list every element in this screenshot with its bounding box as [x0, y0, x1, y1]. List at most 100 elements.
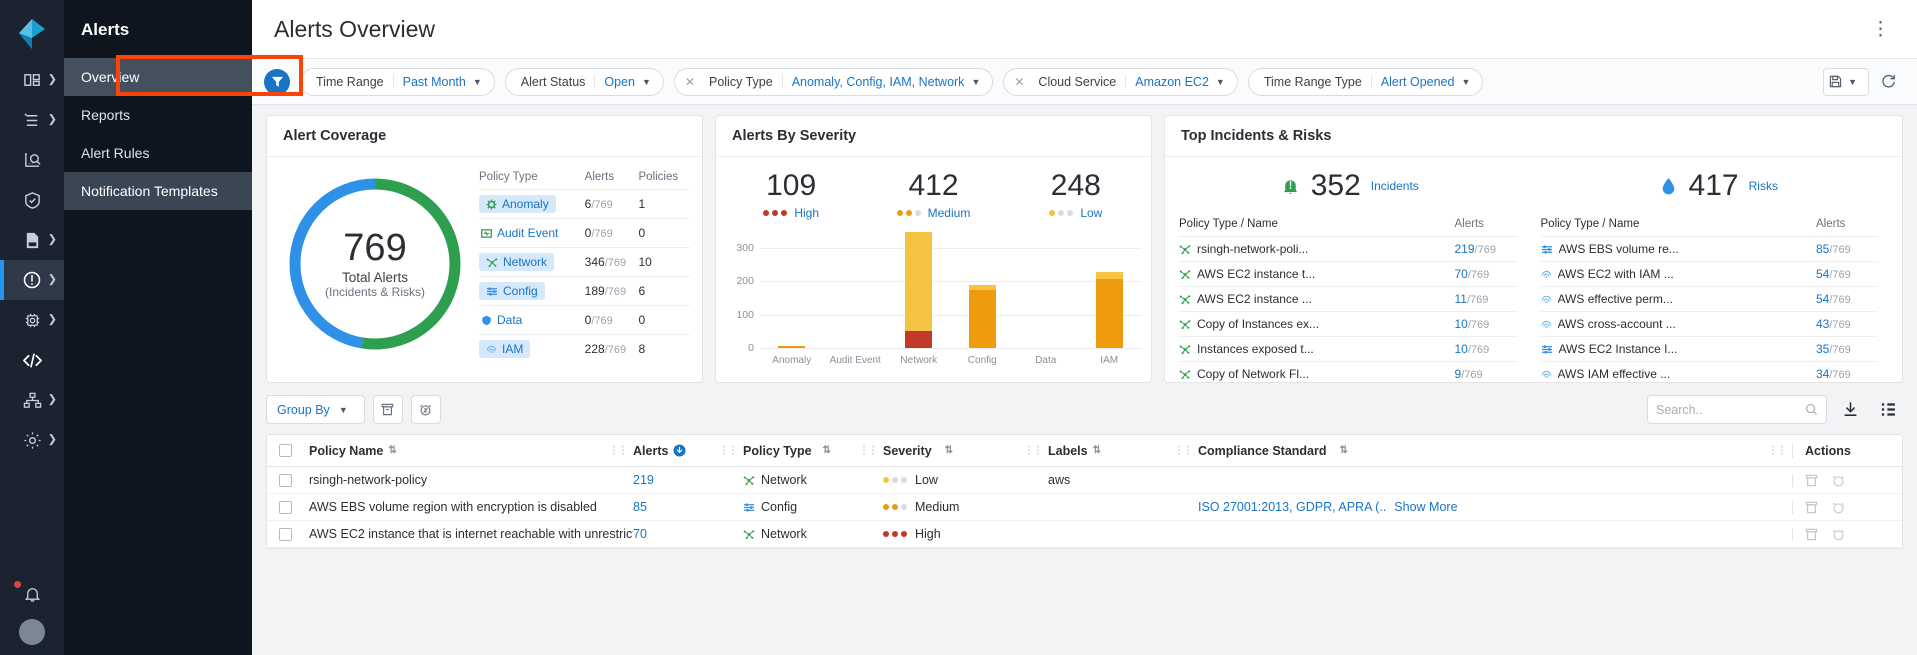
policy-type-config[interactable]: Config — [479, 282, 545, 300]
sidebar-item-inventory[interactable] — [0, 140, 64, 180]
sidebar-item-dashboard[interactable]: ❯ — [0, 60, 64, 100]
column-resize-handle[interactable]: ⋮⋮ — [609, 445, 633, 456]
remove-filter-icon[interactable]: ✕ — [681, 75, 700, 89]
list-item[interactable]: Instances exposed t... 10/769 — [1179, 336, 1517, 361]
legend-row[interactable]: Config 189/769 6 — [479, 277, 690, 306]
list-item[interactable]: AWS EC2 instance t... 70/769 — [1179, 261, 1517, 286]
sort-icon[interactable]: ⇅ — [818, 445, 831, 456]
sort-active-icon[interactable] — [668, 444, 686, 457]
archive-icon[interactable] — [1805, 474, 1818, 487]
sidebar-item-investigate[interactable]: ❯ — [0, 100, 64, 140]
row-checkbox[interactable] — [267, 501, 303, 514]
sort-icon[interactable]: ⇅ — [1335, 445, 1348, 456]
cell-alerts[interactable]: 219 — [633, 473, 654, 487]
sidebar-item-notification-templates[interactable]: Notification Templates — [64, 172, 252, 210]
policy-type-network[interactable]: Network — [479, 253, 554, 271]
column-resize-handle[interactable]: ⋮⋮ — [1024, 445, 1048, 456]
severity-total-low[interactable]: 248 Low — [1005, 169, 1147, 221]
list-item[interactable]: AWS effective perm... 54/769 — [1541, 286, 1879, 311]
filter-value[interactable]: Open — [594, 75, 639, 89]
sidebar-item-overview[interactable]: Overview — [64, 58, 252, 96]
snooze-alarm-icon[interactable] — [1832, 501, 1845, 514]
sidebar-item-settings[interactable]: ❯ — [0, 420, 64, 460]
notifications-bell-icon[interactable] — [0, 573, 64, 613]
item-alerts[interactable]: 54 — [1816, 292, 1829, 306]
chevron-down-icon[interactable]: ▼ — [639, 77, 657, 87]
bar-anomaly[interactable] — [760, 231, 824, 348]
filter-chip-alert-status[interactable]: Alert Status Open ▼ — [505, 68, 664, 96]
filter-value[interactable]: Anomaly, Config, IAM, Network — [782, 75, 969, 89]
sidebar-item-alert-rules[interactable]: Alert Rules — [64, 134, 252, 172]
list-item[interactable]: rsingh-network-poli... 219/769 — [1179, 236, 1517, 261]
item-alerts[interactable]: 35 — [1816, 342, 1829, 356]
sidebar-item-compliance[interactable] — [0, 180, 64, 220]
reset-refresh-icon[interactable] — [1873, 68, 1903, 96]
item-alerts[interactable]: 11 — [1455, 292, 1467, 306]
incidents-total[interactable]: 352 Incidents — [1165, 169, 1534, 203]
row-checkbox[interactable] — [267, 474, 303, 487]
list-item[interactable]: AWS EC2 instance ... 11/769 — [1179, 286, 1517, 311]
group-by-button[interactable]: Group By ▼ — [266, 395, 365, 424]
column-alerts[interactable]: Alerts ⋮⋮ — [633, 444, 743, 458]
policy-type-anomaly[interactable]: Anomaly — [479, 195, 556, 213]
column-resize-handle[interactable]: ⋮⋮ — [719, 445, 743, 456]
filter-value[interactable]: Alert Opened — [1371, 75, 1459, 89]
item-alerts[interactable]: 43 — [1816, 317, 1829, 331]
bar-data[interactable] — [1014, 231, 1078, 348]
sort-icon[interactable]: ⇅ — [1088, 445, 1101, 456]
list-item[interactable]: AWS cross-account ... 43/769 — [1541, 311, 1879, 336]
item-alerts[interactable]: 10 — [1455, 342, 1468, 356]
item-alerts[interactable]: 219 — [1455, 242, 1475, 256]
risks-total[interactable]: 417 Risks — [1534, 169, 1903, 203]
list-item[interactable]: AWS EBS volume re... 85/769 — [1541, 236, 1879, 261]
severity-total-medium[interactable]: 412 Medium — [862, 169, 1004, 221]
cell-alerts[interactable]: 85 — [633, 500, 647, 514]
sidebar-item-reports[interactable]: Reports — [64, 96, 252, 134]
archive-icon[interactable] — [1805, 528, 1818, 541]
filter-value[interactable]: Past Month — [393, 75, 470, 89]
chevron-down-icon[interactable]: ▼ — [1458, 77, 1476, 87]
list-item[interactable]: Copy of Instances ex... 10/769 — [1179, 311, 1517, 336]
policy-type-iam[interactable]: IAM — [479, 340, 530, 358]
legend-row[interactable]: Audit Event 0/769 0 — [479, 219, 690, 248]
filter-chip-time-range-type[interactable]: Time Range Type Alert Opened ▼ — [1248, 68, 1484, 96]
snooze-alarm-icon[interactable] — [411, 395, 441, 424]
remove-filter-icon[interactable]: ✕ — [1010, 75, 1029, 89]
filter-value[interactable]: Amazon EC2 — [1125, 75, 1213, 89]
sidebar-item-alerts[interactable]: ❯ — [0, 260, 64, 300]
avatar[interactable] — [19, 619, 45, 645]
bar-config[interactable] — [951, 231, 1015, 348]
table-row[interactable]: rsingh-network-policy 219 Network Low aw… — [267, 467, 1902, 494]
search-box[interactable] — [1647, 395, 1827, 424]
sort-icon[interactable]: ⇅ — [940, 445, 953, 456]
chevron-down-icon[interactable]: ▼ — [1845, 77, 1863, 87]
list-item[interactable]: AWS EC2 Instance I... 35/769 — [1541, 336, 1879, 361]
sidebar-item-topology[interactable]: ❯ — [0, 380, 64, 420]
policy-type-data[interactable]: Data — [479, 311, 524, 329]
sort-icon[interactable]: ⇅ — [383, 445, 396, 456]
show-more-link[interactable]: Show More — [1394, 500, 1457, 514]
bar-audit-event[interactable] — [824, 231, 888, 348]
sidebar-item-compute[interactable]: ❯ — [0, 300, 64, 340]
policy-type-audit-event[interactable]: Audit Event — [479, 224, 560, 242]
legend-row[interactable]: Network 346/769 10 — [479, 248, 690, 277]
list-item[interactable]: AWS EC2 with IAM ... 54/769 — [1541, 261, 1879, 286]
download-icon[interactable] — [1835, 396, 1865, 424]
column-settings-icon[interactable] — [1873, 396, 1903, 424]
item-alerts[interactable]: 54 — [1816, 267, 1829, 281]
more-options-icon[interactable]: ⋮ — [1862, 16, 1899, 43]
snooze-alarm-icon[interactable] — [1832, 474, 1845, 487]
archive-icon[interactable] — [373, 395, 403, 424]
bar-iam[interactable] — [1078, 231, 1142, 348]
column-severity[interactable]: Severity ⇅ ⋮⋮ — [883, 444, 1048, 458]
search-input[interactable] — [1656, 403, 1805, 417]
select-all-checkbox[interactable] — [267, 444, 303, 457]
bar-network[interactable] — [887, 231, 951, 348]
table-row[interactable]: AWS EBS volume region with encryption is… — [267, 494, 1902, 521]
chevron-down-icon[interactable]: ▼ — [1213, 77, 1231, 87]
column-resize-handle[interactable]: ⋮⋮ — [1768, 445, 1792, 456]
archive-icon[interactable] — [1805, 501, 1818, 514]
column-resize-handle[interactable]: ⋮⋮ — [1174, 445, 1198, 456]
column-labels[interactable]: Labels ⇅ ⋮⋮ — [1048, 444, 1198, 458]
item-alerts[interactable]: 70 — [1455, 267, 1468, 281]
